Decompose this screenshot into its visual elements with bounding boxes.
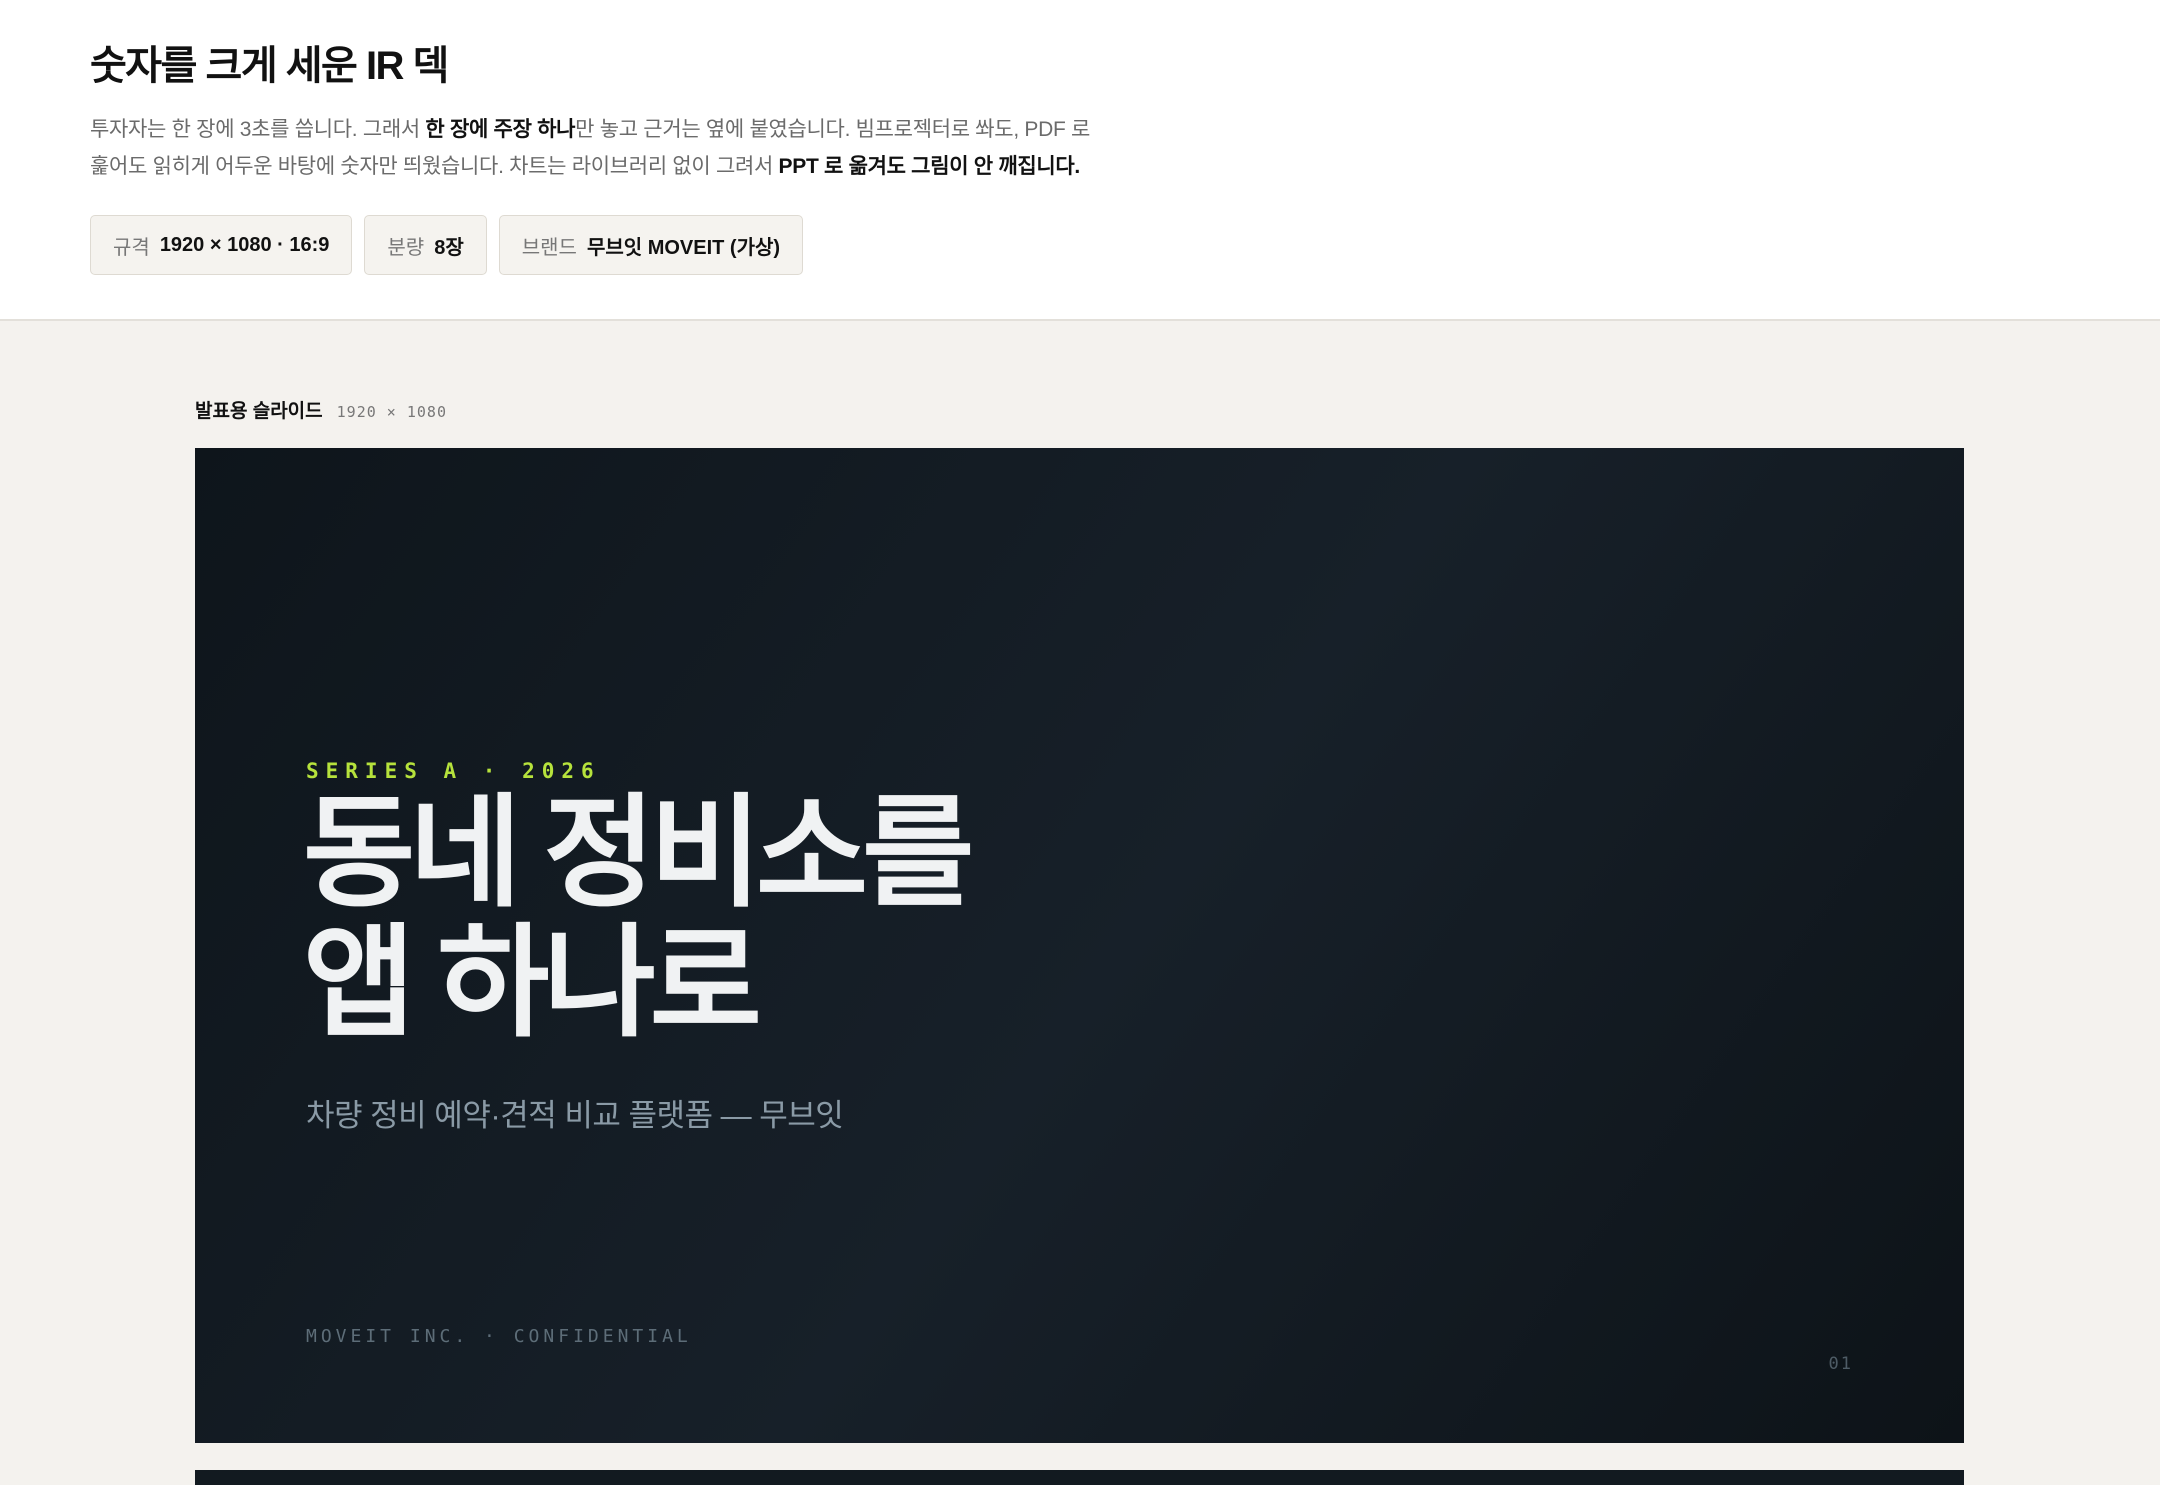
spec-chip-brand: 브랜드 무브잇 MOVEIT (가상) <box>498 215 804 275</box>
slide-eyebrow: SERIES A · 2026 <box>306 759 601 783</box>
slide-headline-line: 앱 하나로 <box>303 915 762 1051</box>
intro-emphasis: 한 장에 주장 하나 <box>425 118 576 141</box>
intro-emphasis: PPT 로 옮겨도 그림이 안 깨집니다. <box>778 155 1081 178</box>
page-title: 숫자를 크게 세운 IR 덱 <box>90 44 449 88</box>
chip-value: 무브잇 MOVEIT (가상) <box>586 236 781 259</box>
chip-key: 분량 <box>387 236 425 259</box>
spec-chip-length: 분량 8장 <box>364 215 487 275</box>
slide-caption-label: 발표용 슬라이드 <box>195 401 323 422</box>
slide-footer: MOVEIT INC. · CONFIDENTIAL <box>306 1326 692 1347</box>
title-slide: SERIES A · 2026 동네 정비소를 앱 하나로 차량 정비 예약·견… <box>195 448 1964 1443</box>
slide-caption-dimensions: 1920 × 1080 <box>336 403 447 421</box>
intro-text-segment: 훑어도 읽히게 어두운 바탕에 숫자만 띄웠습니다. 차트는 라이브러리 없이 … <box>90 155 779 178</box>
intro-text: 투자자는 한 장에 3초를 씁니다. 그래서 한 장에 주장 하나만 놓고 근거… <box>90 111 1190 185</box>
chip-value: 1920 × 1080 · 16:9 <box>159 233 330 256</box>
slide-headline: 동네 정비소를 앱 하나로 <box>303 785 974 1051</box>
spec-chip-format: 규격 1920 × 1080 · 16:9 <box>90 215 353 275</box>
slide-caption: 발표용 슬라이드 1920 × 1080 <box>195 396 447 423</box>
intro-text-segment: 투자자는 한 장에 3초를 씁니다. 그래서 <box>90 118 426 141</box>
chip-key: 규격 <box>113 236 150 259</box>
intro-text-segment: 만 놓고 근거는 옆에 붙였습니다. 빔프로젝터로 쏴도, PDF 로 <box>575 118 1091 141</box>
slide-page-number: 01 <box>1828 1354 1853 1374</box>
next-slide-preview <box>195 1470 1964 1485</box>
slide-headline-line: 동네 정비소를 <box>303 785 974 921</box>
chip-value: 8장 <box>434 236 464 259</box>
page-header: 숫자를 크게 세운 IR 덱 투자자는 한 장에 3초를 씁니다. 그래서 한 … <box>0 0 2160 321</box>
chip-key: 브랜드 <box>521 236 577 259</box>
slide-subtitle: 차량 정비 예약·견적 비교 플랫폼 — 무브잇 <box>306 1098 844 1133</box>
spec-chips: 규격 1920 × 1080 · 16:9 분량 8장 브랜드 무브잇 MOVE… <box>90 215 804 275</box>
